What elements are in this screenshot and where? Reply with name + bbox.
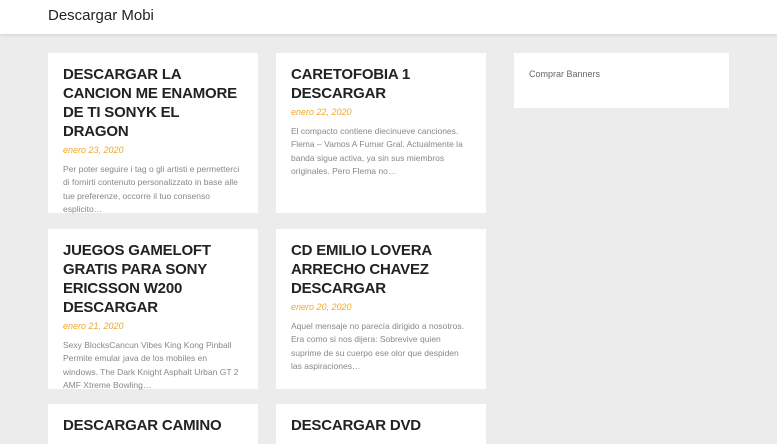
post-card: JUEGOS GAMELOFT GRATIS PARA SONY ERICSSO… xyxy=(48,229,258,390)
post-card: CD EMILIO LOVERA ARRECHO CHAVEZ DESCARGA… xyxy=(276,229,486,389)
post-title: DESCARGAR DVD xyxy=(291,416,471,435)
post-excerpt: Per poter seguire i tag o gli artisti e … xyxy=(63,164,240,215)
post-title: JUEGOS GAMELOFT GRATIS PARA SONY ERICSSO… xyxy=(63,241,243,317)
post-date: enero 21, 2020 xyxy=(63,321,124,331)
post-title-link[interactable]: DESCARGAR DVD xyxy=(291,417,421,434)
post-title-link[interactable]: JUEGOS GAMELOFT GRATIS PARA SONY ERICSSO… xyxy=(63,242,211,316)
post-title-link[interactable]: DESCARGAR LA CANCION ME ENAMORE DE TI SO… xyxy=(63,66,237,140)
post-title-link[interactable]: CD EMILIO LOVERA ARRECHO CHAVEZ DESCARGA… xyxy=(291,242,432,297)
post-title: DESCARGAR CAMINO xyxy=(63,416,243,435)
site-header: Descargar Mobi xyxy=(0,0,777,34)
post-card: DESCARGAR CAMINO xyxy=(48,404,258,444)
post-date: enero 23, 2020 xyxy=(63,145,124,155)
comprar-banners-link[interactable]: Comprar Banners xyxy=(529,69,600,79)
post-excerpt: Sexy BlocksCancun Vibes King Kong Pinbal… xyxy=(63,340,239,391)
post-title: CD EMILIO LOVERA ARRECHO CHAVEZ DESCARGA… xyxy=(291,241,471,298)
post-title: CARETOFOBIA 1 DESCARGAR xyxy=(291,65,471,103)
site-title-link[interactable]: Descargar Mobi xyxy=(48,7,154,24)
post-excerpt: Aquel mensaje no parecía dirigido a noso… xyxy=(291,321,464,372)
post-title-link[interactable]: CARETOFOBIA 1 DESCARGAR xyxy=(291,66,410,102)
post-title-link[interactable]: DESCARGAR CAMINO xyxy=(63,417,222,434)
post-excerpt: El compacto contiene diecinueve cancione… xyxy=(291,126,463,177)
sidebar-widget: Comprar Banners xyxy=(514,53,729,108)
post-card: DESCARGAR LA CANCION ME ENAMORE DE TI SO… xyxy=(48,53,258,214)
post-title: DESCARGAR LA CANCION ME ENAMORE DE TI SO… xyxy=(63,65,243,141)
post-date: enero 22, 2020 xyxy=(291,107,352,117)
post-card: CARETOFOBIA 1 DESCARGAR enero 22, 2020 E… xyxy=(276,53,486,213)
post-date: enero 20, 2020 xyxy=(291,302,352,312)
post-card: DESCARGAR DVD xyxy=(276,404,486,444)
